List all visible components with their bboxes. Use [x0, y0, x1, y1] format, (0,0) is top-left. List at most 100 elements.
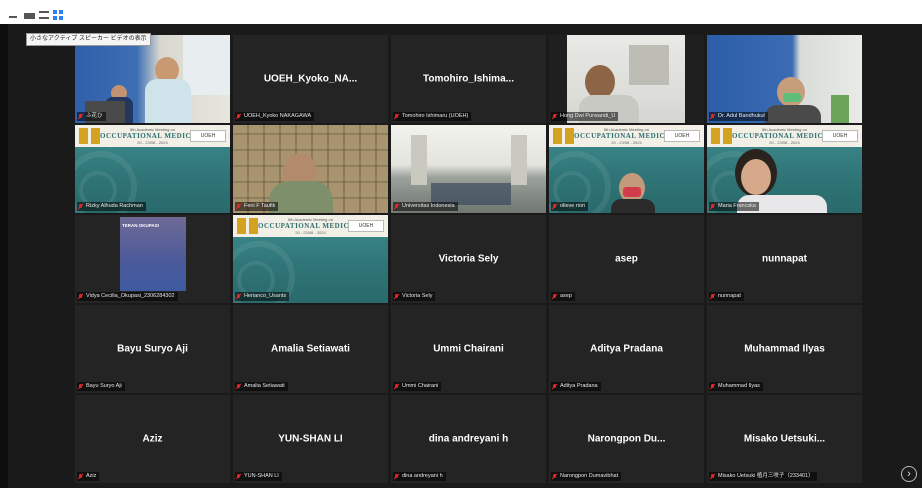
participant-name: Muhammad Ilyas — [744, 343, 825, 355]
mic-off-icon — [394, 293, 399, 300]
video-tile[interactable]: TERAN OKUPASI Vidya Cecilia_Okupasi_2306… — [75, 215, 230, 303]
video-tile[interactable]: Aditya Pradana Aditya Pradana — [549, 305, 704, 393]
participant-video — [233, 125, 388, 213]
participant-name-label: YUN-SHAN LI — [235, 472, 282, 481]
video-tile[interactable]: nunnapat nunnapat — [707, 215, 862, 303]
mic-off-icon — [236, 293, 241, 300]
mic-off-icon — [394, 473, 399, 480]
participant-name-label: Victoria Sely — [393, 292, 436, 301]
participant-name-label: Misako Uetsuki 植月三咲子（233401） — [709, 472, 817, 481]
participant-video — [391, 125, 546, 213]
video-tile[interactable]: Feni F Taufik — [233, 125, 388, 213]
video-tile[interactable]: 5th Academic Meeting on OCCUPATIONAL MED… — [707, 125, 862, 213]
mic-off-icon — [394, 383, 399, 390]
participant-name-label: Rizky Alhuda Rachman — [77, 202, 146, 211]
uoeh-logo: UOEH — [822, 130, 858, 142]
mic-off-icon — [394, 113, 399, 120]
participant-name-label: Herianco_Usants — [235, 292, 290, 301]
participant-name: Ummi Chairani — [433, 343, 504, 355]
participant-name-label: ふ花ひ — [77, 112, 106, 121]
video-tile[interactable]: Narongpon Du... Narongpon Dumavibhat — [549, 395, 704, 483]
participant-name: dina andreyani h — [428, 433, 509, 445]
video-tile[interactable]: 5th Academic Meeting on OCCUPATIONAL MED… — [549, 125, 704, 213]
mic-off-icon — [78, 473, 83, 480]
video-tile[interactable]: ふ花ひ — [75, 35, 230, 123]
video-tile[interactable]: 5th Academic Meeting on OCCUPATIONAL MED… — [233, 215, 388, 303]
mic-off-icon — [78, 383, 83, 390]
participant-name-label: Vidya Cecilia_Okupasi_2306284302 — [77, 292, 178, 301]
participant-name-label: Maria Francska — [709, 202, 759, 211]
participant-name-label: dina andreyani h — [393, 472, 446, 481]
speaker-view-icon[interactable] — [39, 11, 49, 19]
event-banner: 5th Academic Meeting on OCCUPATIONAL MED… — [75, 125, 230, 147]
mic-off-icon — [552, 113, 557, 120]
mic-off-icon — [78, 293, 83, 300]
mic-off-icon — [552, 203, 557, 210]
video-tile[interactable]: Bayu Suryo Aji Bayu Suryo Aji — [75, 305, 230, 393]
mic-off-icon — [394, 203, 399, 210]
event-banner: 5th Academic Meeting on OCCUPATIONAL MED… — [549, 125, 704, 147]
video-tile[interactable]: dina andreyani h dina andreyani h — [391, 395, 546, 483]
participant-name: Narongpon Du... — [587, 433, 666, 445]
video-tile[interactable]: Tomohiro_Ishima... Tomohiro Ishimaru (UO… — [391, 35, 546, 123]
mic-off-icon — [710, 383, 715, 390]
mic-off-icon — [552, 293, 557, 300]
mic-off-icon — [710, 113, 715, 120]
video-tile[interactable]: UOEH_Kyoko_NA... UOEH_Kyoko NAKAGAWA — [233, 35, 388, 123]
participant-name: Victoria Sely — [438, 253, 499, 265]
speaker-strip-icon[interactable] — [24, 13, 35, 19]
video-tile[interactable]: Misako Uetsuki... Misako Uetsuki 植月三咲子（2… — [707, 395, 862, 483]
participant-name-label: Narongpon Dumavibhat — [551, 472, 622, 481]
participant-video — [549, 35, 704, 123]
gallery-view-icon[interactable] — [53, 10, 63, 20]
video-tile[interactable]: asep asep — [549, 215, 704, 303]
participant-name-label: Aditya Pradana — [551, 382, 601, 391]
participant-name: Tomohiro_Ishima... — [423, 73, 514, 85]
participant-name: Amalia Setiawati — [271, 343, 350, 355]
video-tile[interactable]: 5th Academic Meeting on OCCUPATIONAL MED… — [75, 125, 230, 213]
video-tile[interactable]: YUN-SHAN LI YUN-SHAN LI — [233, 395, 388, 483]
mic-off-icon — [236, 383, 241, 390]
participant-name-label: olieve rion — [551, 202, 589, 211]
video-tile[interactable]: Hong Dwi Purwandi_U — [549, 35, 704, 123]
participant-name-label: Hong Dwi Purwandi_U — [551, 112, 619, 121]
event-banner: 5th Academic Meeting on OCCUPATIONAL MED… — [233, 215, 388, 237]
video-tile[interactable]: Amalia Setiawati Amalia Setiawati — [233, 305, 388, 393]
video-tile[interactable]: Dr. Adul Bandhukul — [707, 35, 862, 123]
mic-off-icon — [78, 113, 83, 120]
participant-name: Bayu Suryo Aji — [117, 343, 188, 355]
video-tile[interactable]: Victoria Sely Victoria Sely — [391, 215, 546, 303]
mic-off-icon — [78, 203, 83, 210]
profile-image: TERAN OKUPASI — [120, 217, 186, 291]
participant-name-label: Aziz — [77, 472, 100, 481]
video-tile[interactable]: Universitas Indonesia — [391, 125, 546, 213]
participant-video — [75, 35, 230, 123]
participant-name: asep — [615, 253, 638, 265]
uoeh-logo: UOEH — [664, 130, 700, 142]
uoeh-logo: UOEH — [190, 130, 226, 142]
view-tooltip: 小さなアクティブ スピーカー ビデオの表示 — [26, 33, 151, 46]
participant-name-label: Bayu Suryo Aji — [77, 382, 125, 391]
participant-name-label: asep — [551, 292, 575, 301]
mic-off-icon — [710, 293, 715, 300]
event-banner: 5th Academic Meeting on OCCUPATIONAL MED… — [707, 125, 862, 147]
participant-name: UOEH_Kyoko_NA... — [263, 73, 358, 85]
participant-name-label: UOEH_Kyoko NAKAGAWA — [235, 112, 315, 121]
participant-name-label: Dr. Adul Bandhukul — [709, 112, 768, 121]
participant-name-label: Amalia Setiawati — [235, 382, 288, 391]
mic-off-icon — [710, 473, 715, 480]
participant-name: Aditya Pradana — [590, 343, 663, 355]
next-page-button[interactable]: › — [901, 466, 917, 482]
uoeh-logo: UOEH — [348, 220, 384, 232]
video-tile[interactable]: Aziz Aziz — [75, 395, 230, 483]
mic-off-icon — [236, 203, 241, 210]
participant-name-label: Tomohiro Ishimaru (UOEH) — [393, 112, 472, 121]
mic-off-icon — [236, 473, 241, 480]
participant-name-label: Feni F Taufik — [235, 202, 279, 211]
participant-name: Misako Uetsuki... — [743, 433, 826, 445]
chevron-right-icon: › — [907, 468, 911, 480]
participant-video — [707, 35, 862, 123]
video-tile[interactable]: Muhammad Ilyas Muhammad Ilyas — [707, 305, 862, 393]
video-tile[interactable]: Ummi Chairani Ummi Chairani — [391, 305, 546, 393]
minimize-icon[interactable] — [9, 11, 17, 18]
